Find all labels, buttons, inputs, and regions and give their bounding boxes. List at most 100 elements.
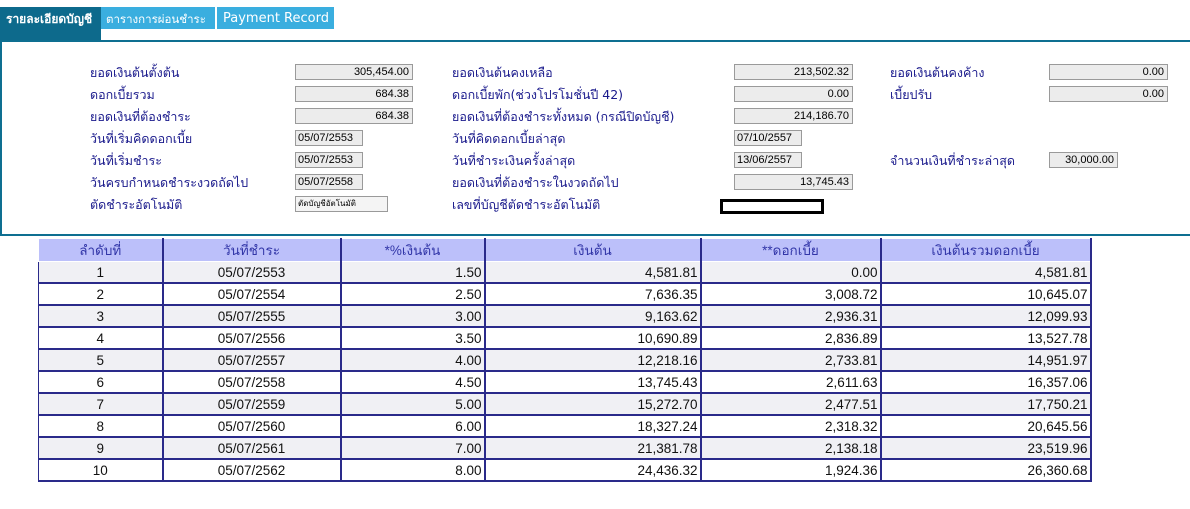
cell-total: 20,645.56 [880, 415, 1092, 438]
table-row: 5 05/07/2557 4.00 12,218.16 2,733.81 14,951.9… [38, 349, 1092, 372]
interest-suspended-field[interactable]: 0.00 [734, 86, 853, 102]
auto-debit-label: ตัดชำระอัตโนมัติ [90, 197, 183, 212]
penalty-field[interactable]: 0.00 [1049, 86, 1168, 102]
cell-pay-date: 05/07/2554 [162, 283, 342, 306]
cell-principal-pct: 3.00 [340, 305, 486, 328]
cell-principal-pct: 6.00 [340, 415, 486, 438]
cell-principal: 12,218.16 [484, 349, 702, 372]
table-row: 6 05/07/2558 4.50 13,745.43 2,611.63 16,357.0… [38, 371, 1092, 394]
table-row: 9 05/07/2561 7.00 21,381.78 2,138.18 23,519.9… [38, 437, 1092, 460]
cell-seq: 7 [38, 393, 164, 416]
table-row: 3 05/07/2555 3.00 9,163.62 2,936.31 12,099.93 [38, 305, 1092, 328]
cell-seq: 4 [38, 327, 164, 350]
table-row: 1 05/07/2553 1.50 4,581.81 0.00 4,581.81 [38, 261, 1092, 284]
cell-principal-pct: 2.50 [340, 283, 486, 306]
last-payment-date-field[interactable]: 13/06/2557 [734, 152, 802, 168]
last-payment-date-label: วันที่ชำระเงินครั้งล่าสุด [452, 153, 576, 168]
cell-interest: 2,611.63 [700, 371, 882, 394]
table-row: 10 05/07/2562 8.00 24,436.32 1,924.36 26,360.… [38, 459, 1092, 482]
cell-principal: 9,163.62 [484, 305, 702, 328]
cell-seq: 9 [38, 437, 164, 460]
payment-start-date-label: วันที่เริ่มชำระ [90, 153, 162, 168]
cell-interest: 0.00 [700, 261, 882, 284]
cell-interest: 2,733.81 [700, 349, 882, 372]
cell-total: 16,357.06 [880, 371, 1092, 394]
interest-start-date-field[interactable]: 05/07/2553 [295, 130, 363, 146]
cell-total: 14,951.97 [880, 349, 1092, 372]
cell-seq: 10 [38, 459, 164, 482]
cell-seq: 1 [38, 261, 164, 284]
cell-pay-date: 05/07/2562 [162, 459, 342, 482]
penalty-label: เบี้ยปรับ [890, 87, 933, 102]
cell-principal: 21,381.78 [484, 437, 702, 460]
interest-suspended-label: ดอกเบี้ยพัก(ช่วงโปรโมชั่นปี 42) [452, 87, 624, 102]
cell-seq: 3 [38, 305, 164, 328]
principal-overdue-label: ยอดเงินต้นคงค้าง [890, 65, 985, 80]
auto-debit-field[interactable]: ตัดบัญชีอัตโนมัติ [295, 196, 388, 212]
cell-principal-pct: 5.00 [340, 393, 486, 416]
principal-start-field[interactable]: 305,454.00 [295, 64, 413, 80]
last-payment-amount-label: จำนวนเงินที่ชำระล่าสุด [890, 153, 1015, 168]
cell-pay-date: 05/07/2556 [162, 327, 342, 350]
cell-pay-date: 05/07/2561 [162, 437, 342, 460]
cell-total: 17,750.21 [880, 393, 1092, 416]
cell-pay-date: 05/07/2559 [162, 393, 342, 416]
cell-principal: 13,745.43 [484, 371, 702, 394]
header-principal-pct: *%เงินต้น [340, 238, 486, 262]
interest-total-field[interactable]: 684.38 [295, 86, 413, 102]
cell-principal-pct: 3.50 [340, 327, 486, 350]
principal-overdue-field[interactable]: 0.00 [1049, 64, 1168, 80]
amount-due-field[interactable]: 684.38 [295, 108, 413, 124]
cell-principal-pct: 7.00 [340, 437, 486, 460]
payment-start-date-field[interactable]: 05/07/2553 [295, 152, 363, 168]
last-interest-date-field[interactable]: 07/10/2557 [734, 130, 802, 146]
cell-principal: 7,636.35 [484, 283, 702, 306]
next-due-date-field[interactable]: 05/07/2558 [295, 174, 363, 190]
table-row: 2 05/07/2554 2.50 7,636.35 3,008.72 10,645.07 [38, 283, 1092, 306]
cell-interest: 2,836.89 [700, 327, 882, 350]
last-payment-amount-field[interactable]: 30,000.00 [1049, 152, 1118, 168]
table-row: 4 05/07/2556 3.50 10,690.89 2,836.89 13,527.7… [38, 327, 1092, 350]
cell-interest: 2,936.31 [700, 305, 882, 328]
cell-principal: 18,327.24 [484, 415, 702, 438]
cell-principal: 15,272.70 [484, 393, 702, 416]
next-installment-label: ยอดเงินที่ต้องชำระในงวดถัดไป [452, 175, 619, 190]
cell-total: 13,527.78 [880, 327, 1092, 350]
total-payoff-label: ยอดเงินที่ต้องชำระทั้งหมด (กรณีปิดบัญชี) [452, 109, 675, 124]
header-total: เงินต้นรวมดอกเบี้ย [880, 238, 1092, 262]
tab-payment-record[interactable]: Payment Record [217, 7, 334, 29]
tab-installment-schedule[interactable]: ตารางการผ่อนชำระ [101, 7, 215, 29]
cell-total: 4,581.81 [880, 261, 1092, 284]
cell-pay-date: 05/07/2560 [162, 415, 342, 438]
cell-seq: 2 [38, 283, 164, 306]
cell-total: 26,360.68 [880, 459, 1092, 482]
cell-total: 10,645.07 [880, 283, 1092, 306]
tab-account-details[interactable]: รายละเอียดบัญชี [0, 7, 101, 41]
cell-principal: 10,690.89 [484, 327, 702, 350]
cell-interest: 2,477.51 [700, 393, 882, 416]
interest-total-label: ดอกเบี้ยรวม [90, 87, 155, 102]
last-interest-date-label: วันที่คิดดอกเบี้ยล่าสุด [452, 131, 566, 146]
cell-pay-date: 05/07/2558 [162, 371, 342, 394]
cell-seq: 6 [38, 371, 164, 394]
header-principal: เงินต้น [484, 238, 702, 262]
auto-debit-account-label: เลขที่บัญชีตัดชำระอัตโนมัติ [452, 197, 601, 212]
cell-pay-date: 05/07/2555 [162, 305, 342, 328]
cell-interest: 1,924.36 [700, 459, 882, 482]
next-installment-field[interactable]: 13,745.43 [734, 174, 853, 190]
cell-seq: 8 [38, 415, 164, 438]
header-seq: ลำดับที่ [38, 238, 164, 262]
cell-pay-date: 05/07/2553 [162, 261, 342, 284]
next-due-date-label: วันครบกำหนดชำระงวดถัดไป [90, 175, 249, 190]
total-payoff-field[interactable]: 214,186.70 [734, 108, 853, 124]
installment-schedule-table: ลำดับที่ วันที่ชำระ *%เงินต้น เงินต้น **… [38, 238, 1092, 482]
cell-principal-pct: 4.50 [340, 371, 486, 394]
cell-total: 12,099.93 [880, 305, 1092, 328]
principal-remaining-label: ยอดเงินต้นคงเหลือ [452, 65, 553, 80]
cell-interest: 2,138.18 [700, 437, 882, 460]
principal-remaining-field[interactable]: 213,502.32 [734, 64, 853, 80]
header-interest: **ดอกเบี้ย [700, 238, 882, 262]
amount-due-label: ยอดเงินที่ต้องชำระ [90, 109, 191, 124]
table-row: 8 05/07/2560 6.00 18,327.24 2,318.32 20,645.5… [38, 415, 1092, 438]
cell-seq: 5 [38, 349, 164, 372]
